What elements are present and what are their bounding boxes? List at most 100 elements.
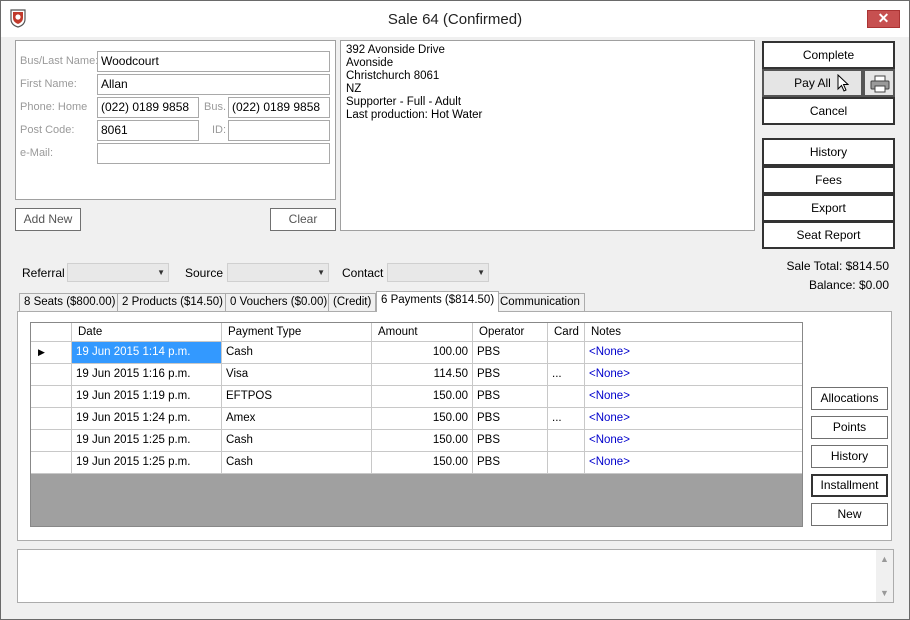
payment-history-button[interactable]: History <box>811 445 888 468</box>
cell-payment-type[interactable]: EFTPOS <box>222 386 372 407</box>
scroll-down-icon[interactable]: ▼ <box>880 588 889 598</box>
cell-amount[interactable]: 150.00 <box>372 430 473 451</box>
tab-payments[interactable]: 6 Payments ($814.50) <box>376 291 500 312</box>
cell-card[interactable] <box>548 430 585 451</box>
first-name-label: First Name: <box>20 78 77 90</box>
fees-button[interactable]: Fees <box>762 166 895 194</box>
cancel-button[interactable]: Cancel <box>762 97 895 125</box>
add-new-button[interactable]: Add New <box>15 208 81 231</box>
cell-payment-type[interactable]: Cash <box>222 452 372 473</box>
cell-date[interactable]: 19 Jun 2015 1:19 p.m. <box>72 386 222 407</box>
table-row[interactable]: ▶ 19 Jun 2015 1:14 p.m. Cash 100.00 PBS … <box>31 342 802 364</box>
tab-communication[interactable]: Communication <box>495 293 585 311</box>
bus-last-name-field[interactable]: Woodcourt <box>97 51 330 72</box>
address-line: Last production: Hot Water <box>346 109 483 121</box>
grid-header: Date Payment Type Amount Operator Card N… <box>31 323 802 342</box>
cell-date[interactable]: 19 Jun 2015 1:25 p.m. <box>72 452 222 473</box>
column-header-amount[interactable]: Amount <box>372 323 473 341</box>
table-row[interactable]: 19 Jun 2015 1:24 p.m. Amex 150.00 PBS ..… <box>31 408 802 430</box>
notes-scrollbar[interactable]: ▲ ▼ <box>876 550 893 602</box>
column-header-card[interactable]: Card <box>548 323 585 341</box>
export-button[interactable]: Export <box>762 194 895 222</box>
first-name-field[interactable]: Allan <box>97 74 330 95</box>
tab-products[interactable]: 2 Products ($14.50) <box>117 293 229 311</box>
allocations-button[interactable]: Allocations <box>811 387 888 410</box>
row-header[interactable] <box>31 364 72 385</box>
id-field[interactable] <box>228 120 330 141</box>
cell-operator[interactable]: PBS <box>473 386 548 407</box>
cell-payment-type[interactable]: Amex <box>222 408 372 429</box>
clear-button[interactable]: Clear <box>270 208 336 231</box>
phone-bus-label: Bus. <box>204 101 227 113</box>
tab-credit[interactable]: (Credit) <box>328 293 377 311</box>
address-line: Supporter - Full - Adult <box>346 96 462 108</box>
phone-bus-field[interactable]: (022) 0189 9858 <box>228 97 330 118</box>
table-row[interactable]: 19 Jun 2015 1:16 p.m. Visa 114.50 PBS ..… <box>31 364 802 386</box>
cell-card[interactable] <box>548 342 585 363</box>
row-pointer-icon: ▶ <box>38 347 45 357</box>
column-header-payment-type[interactable]: Payment Type <box>222 323 372 341</box>
column-header-operator[interactable]: Operator <box>473 323 548 341</box>
cell-payment-type[interactable]: Visa <box>222 364 372 385</box>
column-header-notes[interactable]: Notes <box>585 323 802 341</box>
dropdown-arrow-icon: ▼ <box>157 268 165 277</box>
cell-notes[interactable]: <None> <box>585 386 802 407</box>
cell-payment-type[interactable]: Cash <box>222 342 372 363</box>
row-header[interactable] <box>31 430 72 451</box>
cell-payment-type[interactable]: Cash <box>222 430 372 451</box>
cell-amount[interactable]: 150.00 <box>372 386 473 407</box>
cell-card[interactable] <box>548 452 585 473</box>
cell-notes[interactable]: <None> <box>585 452 802 473</box>
address-line: Christchurch 8061 <box>346 70 440 82</box>
seat-report-button[interactable]: Seat Report <box>762 221 895 249</box>
cell-notes[interactable]: <None> <box>585 342 802 363</box>
post-code-field[interactable]: 8061 <box>97 120 199 141</box>
cell-date[interactable]: 19 Jun 2015 1:24 p.m. <box>72 408 222 429</box>
close-button[interactable]: ✕ <box>867 10 900 28</box>
pay-all-button[interactable]: Pay All <box>762 69 863 97</box>
cell-operator[interactable]: PBS <box>473 408 548 429</box>
cell-card[interactable]: ... <box>548 408 585 429</box>
row-header[interactable] <box>31 452 72 473</box>
cell-amount[interactable]: 114.50 <box>372 364 473 385</box>
cell-notes[interactable]: <None> <box>585 408 802 429</box>
points-button[interactable]: Points <box>811 416 888 439</box>
table-row[interactable]: 19 Jun 2015 1:19 p.m. EFTPOS 150.00 PBS … <box>31 386 802 408</box>
email-label: e-Mail: <box>20 147 54 159</box>
table-row[interactable]: 19 Jun 2015 1:25 p.m. Cash 150.00 PBS <N… <box>31 452 802 474</box>
column-header-date[interactable]: Date <box>72 323 222 341</box>
bus-last-name-label: Bus/Last Name: <box>20 55 99 67</box>
cell-notes[interactable]: <None> <box>585 364 802 385</box>
cell-card[interactable] <box>548 386 585 407</box>
row-header[interactable] <box>31 386 72 407</box>
new-payment-button[interactable]: New <box>811 503 888 526</box>
source-dropdown[interactable]: ▼ <box>227 263 329 282</box>
cell-date[interactable]: 19 Jun 2015 1:25 p.m. <box>72 430 222 451</box>
installment-button[interactable]: Installment <box>811 474 888 497</box>
row-header[interactable] <box>31 408 72 429</box>
row-header[interactable]: ▶ <box>31 342 72 363</box>
phone-home-field[interactable]: (022) 0189 9858 <box>97 97 199 118</box>
history-button[interactable]: History <box>762 138 895 166</box>
cell-date[interactable]: 19 Jun 2015 1:16 p.m. <box>72 364 222 385</box>
cell-operator[interactable]: PBS <box>473 342 548 363</box>
cell-notes[interactable]: <None> <box>585 430 802 451</box>
cell-card[interactable]: ... <box>548 364 585 385</box>
tab-seats[interactable]: 8 Seats ($800.00) <box>19 293 121 311</box>
complete-button[interactable]: Complete <box>762 41 895 69</box>
cell-operator[interactable]: PBS <box>473 452 548 473</box>
cell-date[interactable]: 19 Jun 2015 1:14 p.m. <box>72 342 222 363</box>
table-row[interactable]: 19 Jun 2015 1:25 p.m. Cash 150.00 PBS <N… <box>31 430 802 452</box>
tab-vouchers[interactable]: 0 Vouchers ($0.00) <box>225 293 333 311</box>
cell-operator[interactable]: PBS <box>473 430 548 451</box>
cell-amount[interactable]: 150.00 <box>372 452 473 473</box>
email-field[interactable] <box>97 143 330 164</box>
cell-amount[interactable]: 100.00 <box>372 342 473 363</box>
scroll-up-icon[interactable]: ▲ <box>880 554 889 564</box>
print-button[interactable] <box>863 69 895 97</box>
cell-operator[interactable]: PBS <box>473 364 548 385</box>
referral-dropdown[interactable]: ▼ <box>67 263 169 282</box>
cell-amount[interactable]: 150.00 <box>372 408 473 429</box>
notes-area[interactable]: ▲ ▼ <box>17 549 894 603</box>
contact-dropdown[interactable]: ▼ <box>387 263 489 282</box>
